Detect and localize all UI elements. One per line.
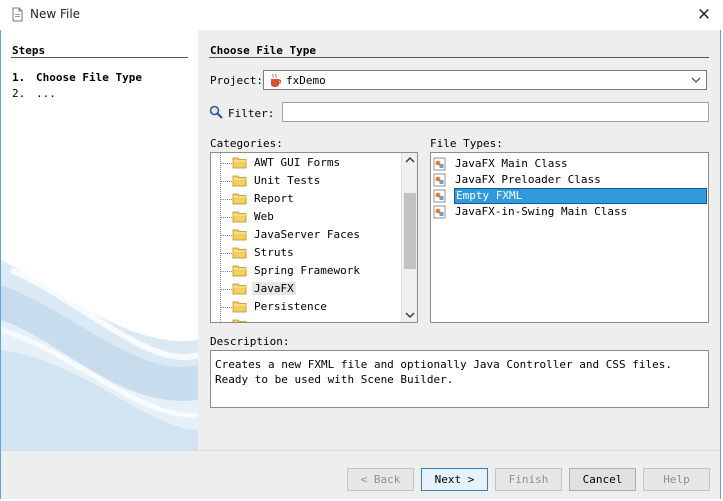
file-types-list[interactable]: JavaFX Main Class JavaFX Preloader Class… bbox=[430, 152, 709, 323]
tree-branch bbox=[221, 199, 232, 200]
folder-icon bbox=[232, 157, 247, 169]
chevron-down-icon[interactable] bbox=[405, 311, 415, 319]
chevron-up-icon[interactable] bbox=[405, 156, 415, 164]
chevron-down-icon[interactable] bbox=[690, 74, 702, 86]
main-panel: Choose File Type Project: fxDemo Filter:… bbox=[198, 30, 720, 450]
page-title: Choose File Type bbox=[210, 44, 316, 57]
folder-icon bbox=[232, 283, 247, 295]
tree-item-label: AWT GUI Forms bbox=[254, 156, 341, 169]
step-number: 1. bbox=[12, 71, 26, 84]
description-text: Creates a new FXML file and optionally J… bbox=[210, 350, 709, 408]
categories-label: Categories: bbox=[210, 137, 283, 150]
tree-item-label: JavaFX bbox=[252, 282, 296, 295]
tree-item-label: Report bbox=[254, 192, 294, 205]
list-item-label: JavaFX Preloader Class bbox=[455, 173, 601, 186]
window-title: New File bbox=[30, 7, 81, 21]
steps-heading: Steps bbox=[12, 44, 46, 57]
scrollbar-thumb[interactable] bbox=[404, 193, 416, 269]
tree-item-label: Web bbox=[254, 210, 274, 223]
title-bar: New File ✕ bbox=[0, 0, 723, 30]
tree-item[interactable]: JavaServer Faces bbox=[211, 226, 401, 244]
categories-scrollbar[interactable] bbox=[401, 153, 417, 322]
tree-branch bbox=[221, 181, 232, 182]
description-label: Description: bbox=[210, 335, 290, 348]
list-item-selected[interactable]: Empty FXML bbox=[431, 188, 708, 204]
fxml-file-icon bbox=[433, 189, 446, 203]
new-file-icon bbox=[12, 7, 23, 22]
project-value: fxDemo bbox=[286, 74, 326, 87]
steps-panel: Steps 1. Choose File Type 2.... bbox=[1, 30, 198, 450]
categories-tree[interactable]: AWT GUI Forms Unit Tests Report Web Java… bbox=[210, 152, 418, 323]
tree-item-label: ... bbox=[254, 318, 274, 322]
tree-item-label: Struts bbox=[254, 246, 294, 259]
filter-label: Filter: bbox=[228, 107, 275, 120]
step-label: Choose File Type bbox=[36, 71, 142, 84]
folder-icon bbox=[232, 247, 247, 259]
folder-icon bbox=[232, 211, 247, 223]
filter-input[interactable] bbox=[282, 102, 709, 122]
step-1: 1. Choose File Type bbox=[12, 71, 142, 84]
tree-item[interactable]: Report bbox=[211, 190, 401, 208]
folder-icon bbox=[232, 301, 247, 313]
list-item-label: JavaFX Main Class bbox=[455, 157, 568, 170]
folder-icon bbox=[232, 229, 247, 241]
fxml-file-icon bbox=[433, 205, 446, 219]
title-divider bbox=[209, 57, 709, 58]
folder-icon bbox=[232, 265, 247, 277]
cancel-button[interactable]: Cancel bbox=[569, 468, 636, 491]
step-label: ... bbox=[36, 87, 56, 100]
close-icon[interactable]: ✕ bbox=[693, 4, 715, 26]
file-types-label: File Types: bbox=[430, 137, 503, 150]
list-item-label: JavaFX-in-Swing Main Class bbox=[455, 205, 628, 218]
step-number: 2. bbox=[12, 87, 26, 100]
steps-divider bbox=[11, 57, 188, 58]
fxml-file-icon bbox=[433, 173, 446, 187]
tree-item-selected[interactable]: JavaFX bbox=[211, 280, 401, 298]
java-cup-icon bbox=[271, 73, 282, 87]
tree-item-label: Persistence bbox=[254, 300, 327, 313]
project-label: Project: bbox=[210, 74, 263, 87]
tree-item[interactable]: Persistence bbox=[211, 298, 401, 316]
tree-branch bbox=[221, 307, 232, 308]
tree-item-label: Unit Tests bbox=[254, 174, 321, 187]
project-dropdown[interactable]: fxDemo bbox=[263, 70, 707, 90]
tree-branch bbox=[221, 271, 232, 272]
next-button[interactable]: Next > bbox=[421, 468, 488, 491]
tree-branch bbox=[221, 253, 232, 254]
tree-item[interactable]: Struts bbox=[211, 244, 401, 262]
tree-branch bbox=[221, 235, 232, 236]
tree-item[interactable]: AWT GUI Forms bbox=[211, 154, 401, 172]
fxml-file-icon bbox=[433, 157, 446, 171]
list-item[interactable]: JavaFX-in-Swing Main Class bbox=[431, 204, 708, 220]
tree-branch bbox=[221, 289, 232, 290]
tree-item-label: JavaServer Faces bbox=[254, 228, 360, 241]
tree-branch bbox=[221, 217, 232, 218]
help-button[interactable]: Help bbox=[643, 468, 710, 491]
tree-branch bbox=[221, 163, 232, 164]
tree-item[interactable]: Spring Framework bbox=[211, 262, 401, 280]
folder-icon bbox=[232, 193, 247, 205]
step-2: 2.... bbox=[12, 87, 56, 100]
list-item-label: Empty FXML bbox=[454, 188, 707, 204]
list-item[interactable]: JavaFX Main Class bbox=[431, 156, 708, 172]
back-button[interactable]: < Back bbox=[347, 468, 414, 491]
finish-button[interactable]: Finish bbox=[495, 468, 562, 491]
magnifier-icon bbox=[209, 105, 223, 119]
list-item[interactable]: JavaFX Preloader Class bbox=[431, 172, 708, 188]
decorative-swoosh bbox=[1, 260, 198, 450]
button-bar: < Back Next > Finish Cancel Help bbox=[1, 450, 720, 499]
tree-item-label: Spring Framework bbox=[254, 264, 360, 277]
tree-item[interactable]: Unit Tests bbox=[211, 172, 401, 190]
tree-item[interactable]: ... bbox=[211, 316, 401, 322]
folder-icon bbox=[232, 319, 247, 322]
folder-icon bbox=[232, 175, 247, 187]
tree-item[interactable]: Web bbox=[211, 208, 401, 226]
